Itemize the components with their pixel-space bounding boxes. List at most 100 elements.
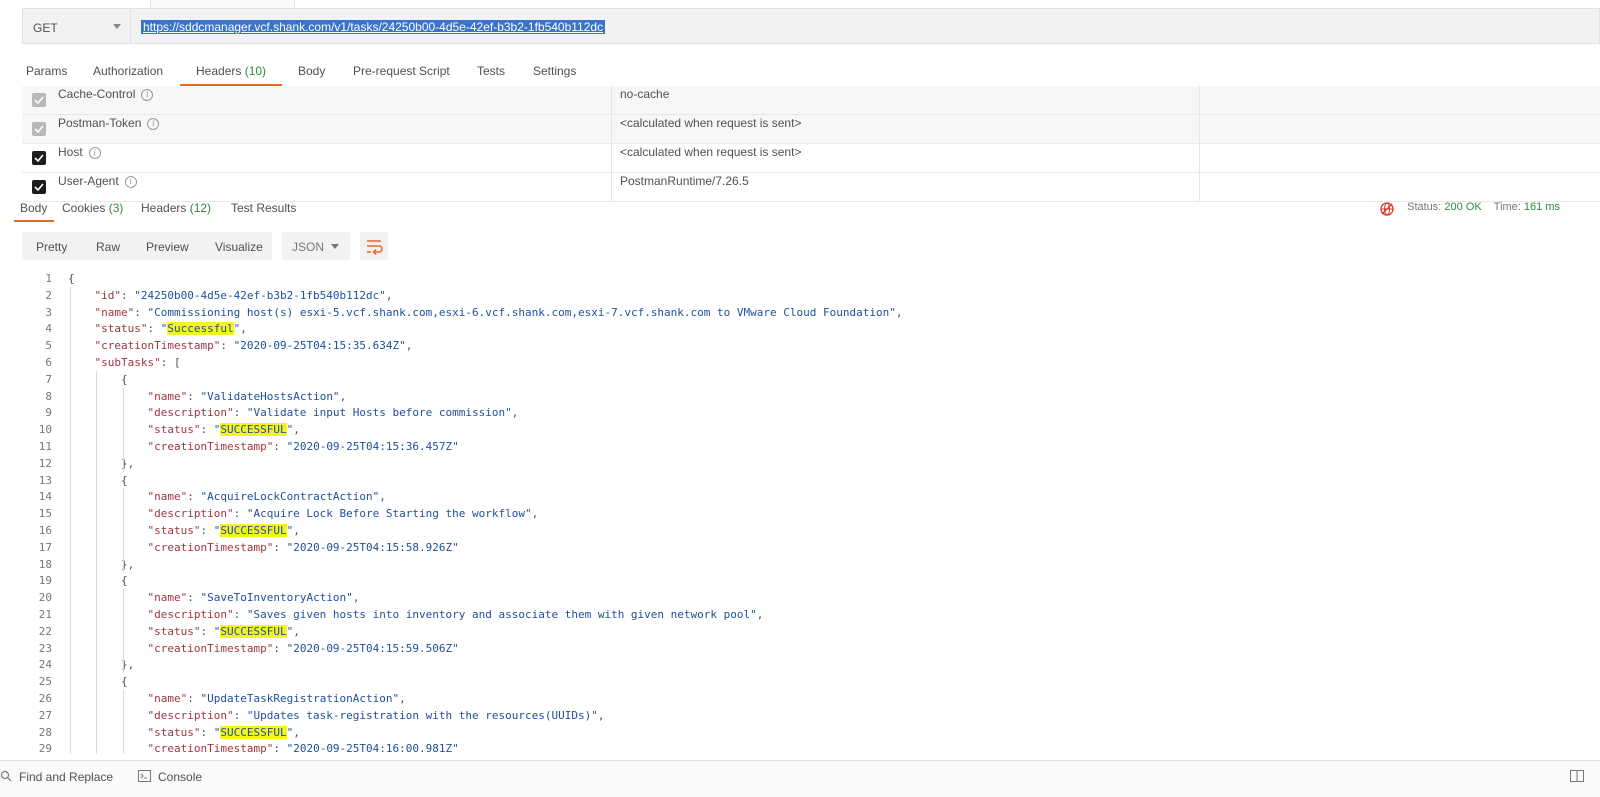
header-value[interactable]: <calculated when request is sent> — [620, 116, 801, 130]
header-row: Cache-Control i no-cache — [22, 86, 1600, 115]
tab-headers-count: (10) — [244, 64, 267, 78]
header-key: User-Agent i — [58, 174, 137, 188]
response-body-editor[interactable]: 1{2 "id": "24250b00-4d5e-42ef-b3b2-1fb54… — [0, 268, 1600, 754]
visualize-button[interactable]: Visualize — [215, 240, 263, 254]
tab-tests[interactable]: Tests — [477, 64, 505, 78]
tab-authorization[interactable]: Authorization — [93, 64, 163, 78]
globe-icon[interactable] — [1379, 201, 1395, 220]
line-number: 22 — [38, 624, 52, 638]
tab-cookies-label: Cookies — [62, 201, 106, 215]
code-line: 5 "creationTimestamp": "2020-09-25T04:15… — [0, 337, 1600, 354]
info-icon: i — [141, 89, 154, 101]
code-text: { — [68, 574, 128, 588]
code-text: { — [68, 473, 128, 487]
pretty-button[interactable]: Pretty — [36, 240, 67, 254]
code-line: 28 "status": "SUCCESSFUL", — [0, 724, 1600, 741]
column-divider — [611, 86, 612, 114]
code-line: 3 "name": "Commissioning host(s) esxi-5.… — [0, 304, 1600, 321]
layout-icon[interactable] — [1570, 770, 1584, 785]
code-line: 2 "id": "24250b00-4d5e-42ef-b3b2-1fb540b… — [0, 287, 1600, 304]
header-key-text: Cache-Control — [58, 87, 136, 101]
status-value[interactable]: 200 OK — [1444, 201, 1481, 213]
code-text: "name": "UpdateTaskRegistrationAction", — [147, 692, 406, 705]
header-checkbox[interactable] — [32, 122, 46, 136]
indent-guide — [122, 488, 124, 573]
url-input[interactable]: https://sddcmanager.vcf.shank.com/v1/tas… — [130, 8, 1600, 44]
raw-button[interactable]: Raw — [96, 240, 120, 254]
code-text: "status": "SUCCESSFUL", — [147, 423, 300, 437]
code-text: "creationTimestamp": "2020-09-25T04:15:5… — [147, 540, 459, 554]
code-text: "id": "24250b00-4d5e-42ef-b3b2-1fb540b11… — [94, 288, 393, 302]
code-line: 16 "status": "SUCCESSFUL", — [0, 522, 1600, 539]
code-line: 8 "name": "ValidateHostsAction", — [0, 388, 1600, 405]
line-number: 14 — [38, 490, 52, 504]
code-text: { — [68, 272, 75, 285]
code-line: 13 { — [0, 472, 1600, 489]
line-number: 15 — [38, 507, 52, 521]
code-line: 6 "subTasks": [ — [0, 354, 1600, 371]
wrap-lines-button[interactable] — [360, 232, 388, 260]
header-checkbox[interactable] — [32, 180, 46, 194]
code-text: "status": "Successful", — [94, 322, 247, 336]
header-checkbox[interactable] — [32, 93, 46, 107]
console-icon[interactable] — [138, 770, 151, 785]
method-select[interactable]: GET — [22, 8, 130, 44]
tab-test-results[interactable]: Test Results — [231, 201, 296, 215]
line-number: 9 — [45, 406, 52, 420]
code-line: 23 "creationTimestamp": "2020-09-25T04:1… — [0, 640, 1600, 657]
code-text: "status": "SUCCESSFUL", — [147, 725, 300, 739]
indent-guide — [122, 589, 124, 674]
code-line: 25 { — [0, 673, 1600, 690]
header-checkbox[interactable] — [32, 151, 46, 165]
line-number: 29 — [38, 742, 52, 754]
time-value[interactable]: 161 ms — [1524, 201, 1560, 213]
response-tabs: Body Cookies (3) Headers (12) Test Resul… — [0, 196, 1600, 224]
code-line: 14 "name": "AcquireLockContractAction", — [0, 488, 1600, 505]
tab-response-body[interactable]: Body — [20, 201, 47, 215]
code-text: { — [68, 675, 128, 689]
header-key: Postman-Token i — [58, 116, 160, 130]
tab-response-headers[interactable]: Headers (12) — [141, 201, 211, 215]
header-key-text: User-Agent — [58, 174, 119, 188]
code-text: "name": "Commissioning host(s) esxi-5.vc… — [94, 305, 903, 319]
line-number: 4 — [45, 322, 52, 336]
code-line: 7 { — [0, 371, 1600, 388]
tab-headers[interactable]: Headers (10) — [196, 64, 266, 78]
code-line: 21 "description": "Saves given hosts int… — [0, 606, 1600, 623]
find-replace-button[interactable]: Find and Replace — [19, 770, 113, 784]
line-number: 27 — [38, 708, 52, 722]
tab-response-headers-count: (12) — [189, 201, 212, 215]
code-text: "creationTimestamp": "2020-09-25T04:15:3… — [94, 339, 413, 353]
header-value[interactable]: PostmanRuntime/7.26.5 — [620, 174, 749, 188]
line-number: 2 — [45, 288, 52, 302]
indent-guide — [122, 690, 124, 754]
tab-settings[interactable]: Settings — [533, 64, 576, 78]
line-number: 12 — [38, 456, 52, 470]
method-label: GET — [33, 21, 58, 35]
header-value[interactable]: no-cache — [620, 87, 669, 101]
code-line: 19 { — [0, 572, 1600, 589]
format-select[interactable]: JSON — [282, 232, 350, 260]
console-button[interactable]: Console — [158, 770, 202, 784]
tab-prerequest-script[interactable]: Pre-request Script — [353, 64, 450, 78]
header-value[interactable]: <calculated when request is sent> — [620, 145, 801, 159]
line-number: 25 — [38, 675, 52, 689]
info-icon: i — [124, 176, 137, 188]
tab-params[interactable]: Params — [26, 64, 67, 78]
indent-guide — [70, 286, 71, 754]
tab-body[interactable]: Body — [298, 64, 325, 78]
tab-cookies-count: (3) — [108, 201, 124, 215]
header-row: Host i <calculated when request is sent> — [22, 144, 1600, 173]
preview-button[interactable]: Preview — [146, 240, 189, 254]
code-line: 15 "description": "Acquire Lock Before S… — [0, 505, 1600, 522]
status-bar: Find and Replace Console — [0, 760, 1600, 797]
code-text: "name": "ValidateHostsAction", — [147, 389, 347, 403]
tab-cookies[interactable]: Cookies (3) — [62, 201, 123, 215]
column-divider — [1199, 144, 1200, 172]
url-text[interactable]: https://sddcmanager.vcf.shank.com/v1/tas… — [141, 20, 606, 34]
line-number: 11 — [38, 440, 52, 453]
search-icon[interactable] — [0, 770, 12, 785]
line-number: 7 — [45, 372, 52, 386]
time-label: Time: — [1493, 201, 1521, 213]
code-line: 26 "name": "UpdateTaskRegistrationAction… — [0, 690, 1600, 707]
